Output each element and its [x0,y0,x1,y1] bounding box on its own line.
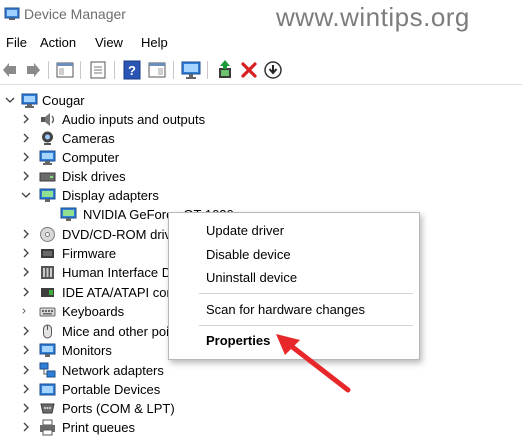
port-icon [40,403,55,414]
menu-separator [199,325,413,326]
chevron-right-icon[interactable] [21,365,31,375]
chevron-down-icon[interactable] [5,95,15,105]
tree-item-label: Display adapters [62,188,159,203]
device-manager-app-icon [4,7,20,20]
tree-item-label: Computer [62,150,120,165]
help-icon[interactable]: ? [121,59,143,81]
speaker-icon [41,113,55,126]
camera-icon [42,131,53,145]
tree-item-label: Disk drives [62,169,126,184]
tree-root[interactable]: Cougar [0,91,522,110]
chevron-right-icon[interactable] [21,422,31,432]
chevron-right-icon[interactable] [21,306,31,316]
mouse-icon [43,324,52,339]
tree-item-label: DVD/CD-ROM drives [62,227,185,242]
hid-icon [41,266,54,279]
toolbar-separator [114,61,115,79]
ide-controller-icon [41,288,54,297]
chevron-right-icon[interactable] [21,403,31,413]
tree-item-label: Firmware [62,246,117,261]
chevron-right-icon[interactable] [21,114,31,124]
menu-separator [199,293,413,294]
tree-item-label: Print queues [62,420,135,435]
portable-device-icon [39,383,56,396]
keyboard-icon [39,307,56,317]
dvd-icon [40,227,55,242]
disk-drive-icon [39,172,56,182]
annotation-arrow-icon [276,334,351,393]
tree-item-label: Monitors [62,343,112,358]
menu-file[interactable]: File [6,35,27,50]
window-title: Device Manager [24,6,126,22]
tree-item-label: Network adapters [62,363,164,378]
chevron-right-icon[interactable] [21,229,31,239]
menu-view[interactable]: View [95,35,123,50]
chevron-right-icon[interactable] [21,267,31,277]
back-arrow-icon[interactable] [0,59,22,81]
display-adapter-icon [60,207,77,221]
toolbar-separator [80,61,81,79]
toolbar-separator [207,61,208,79]
display-adapter-icon [39,188,56,202]
action-pane-icon[interactable] [146,59,168,81]
toolbar-separator [48,61,49,79]
tree-item-computer[interactable]: Computer [0,148,522,167]
tree-item-label: Portable Devices [62,382,161,397]
tree-item-label: Ports (COM & LPT) [62,401,175,416]
chevron-right-icon[interactable] [21,287,31,297]
tree-item-print-queues[interactable]: Print queues [0,418,522,437]
chevron-right-icon[interactable] [21,326,31,336]
menu-bar: File Action View Help [0,32,522,54]
computer-icon [39,150,56,165]
computer-icon [21,93,38,108]
menu-uninstall-device[interactable]: Uninstall device [206,270,297,285]
printer-icon [40,419,55,436]
title-bar: Device Manager www.wintips.org [0,0,522,32]
monitor-icon[interactable] [180,59,202,81]
tree-item-label: Keyboards [62,304,125,319]
menu-help[interactable]: Help [141,35,168,50]
chevron-right-icon[interactable] [21,345,31,355]
toolbar: ? [0,56,522,85]
chevron-right-icon[interactable] [21,152,31,162]
chevron-right-icon[interactable] [21,248,31,258]
toolbar-separator [173,61,174,79]
chevron-right-icon[interactable] [21,133,31,143]
tree-item-label: Audio inputs and outputs [62,112,206,127]
tree-root-label: Cougar [42,93,85,108]
forward-arrow-icon[interactable] [22,59,44,81]
svg-text:?: ? [128,63,136,78]
chevron-right-icon[interactable] [21,171,31,181]
properties-pane-icon[interactable] [54,59,76,81]
enable-device-icon[interactable] [262,59,284,81]
monitor-icon [39,343,56,357]
chevron-right-icon[interactable] [21,384,31,394]
tree-item-audio[interactable]: Audio inputs and outputs [0,110,522,129]
watermark-text: www.wintips.org [276,2,470,32]
uninstall-x-icon[interactable] [238,59,260,81]
menu-scan-hardware[interactable]: Scan for hardware changes [206,302,365,317]
tree-item-cameras[interactable]: Cameras [0,129,522,148]
console-tree-icon[interactable] [87,59,109,81]
tree-item-ports[interactable]: Ports (COM & LPT) [0,399,522,418]
tree-item-disk-drives[interactable]: Disk drives [0,167,522,186]
chip-icon [41,249,54,258]
chevron-down-icon[interactable] [21,190,31,200]
menu-action[interactable]: Action [40,35,76,50]
tree-item-label: Cameras [62,131,115,146]
tree-item-display-adapters[interactable]: Display adapters [0,186,522,205]
update-driver-icon[interactable] [214,59,236,81]
network-icon [39,362,56,378]
menu-disable-device[interactable]: Disable device [206,247,291,262]
menu-update-driver[interactable]: Update driver [206,223,284,238]
